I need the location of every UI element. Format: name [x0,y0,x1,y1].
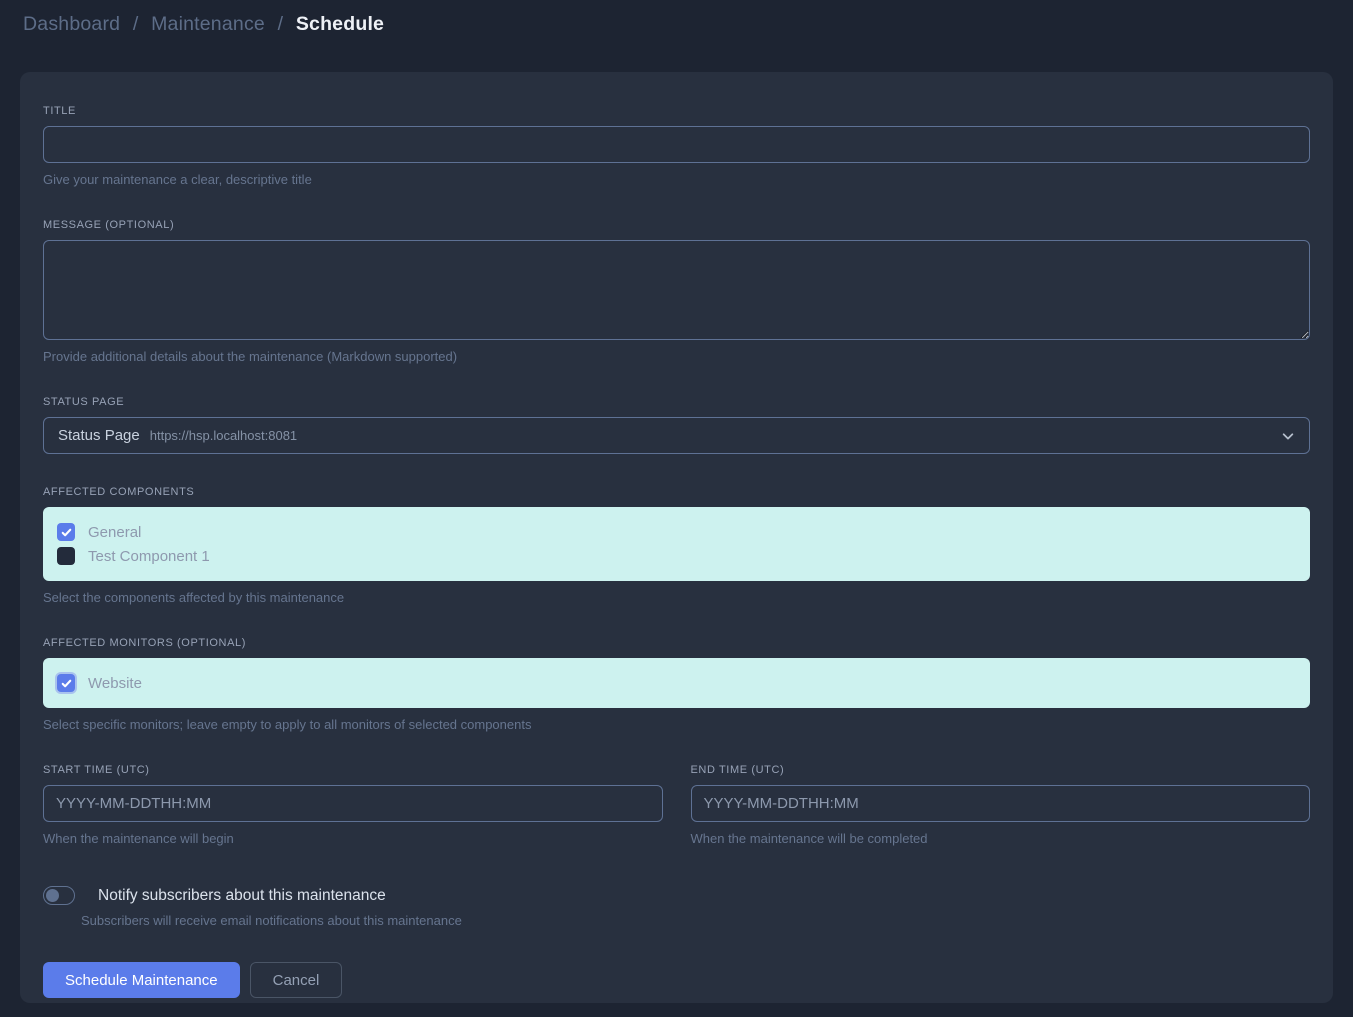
message-textarea[interactable] [43,240,1310,340]
title-hint: Give your maintenance a clear, descripti… [43,172,1310,187]
notify-hint: Subscribers will receive email notificat… [81,913,1310,928]
monitor-option-website[interactable]: Website [57,671,1296,695]
affected-monitors-group: AFFECTED MONITORS (OPTIONAL) Website Sel… [43,637,1310,732]
schedule-maintenance-form-card: TITLE Give your maintenance a clear, des… [20,72,1333,1003]
monitor-option-label: Website [88,675,142,692]
status-page-group: STATUS PAGE Status Page https://hsp.loca… [43,396,1310,454]
page-title: Schedule [296,13,384,35]
breadcrumb-separator: / [278,13,284,35]
status-page-selected-url: https://hsp.localhost:8081 [150,428,297,443]
end-time-hint: When the maintenance will be completed [691,831,1311,846]
check-icon [61,527,72,538]
start-time-hint: When the maintenance will begin [43,831,663,846]
notify-group: Notify subscribers about this maintenanc… [43,886,1310,928]
checkbox-checked[interactable] [57,674,75,692]
status-page-select[interactable]: Status Page https://hsp.localhost:8081 [43,417,1310,454]
checkbox-unchecked[interactable] [57,547,75,565]
end-time-group: END TIME (UTC) When the maintenance will… [691,764,1311,846]
breadcrumb: Dashboard / Maintenance / Schedule [23,13,1330,36]
title-input[interactable] [43,126,1310,163]
schedule-maintenance-button[interactable]: Schedule Maintenance [43,962,240,998]
component-option-general[interactable]: General [57,520,1296,544]
affected-monitors-hint: Select specific monitors; leave empty to… [43,717,1310,732]
toggle-knob [46,889,59,902]
end-time-label: END TIME (UTC) [691,764,1311,776]
notify-toggle[interactable] [43,886,75,905]
affected-components-box: General Test Component 1 [43,507,1310,581]
component-option-test-component-1[interactable]: Test Component 1 [57,544,1296,568]
cancel-button[interactable]: Cancel [250,962,343,998]
title-label: TITLE [43,105,1310,117]
chevron-down-icon [1281,429,1295,443]
end-time-input[interactable] [691,785,1311,822]
top-bar: Dashboard / Maintenance / Schedule [0,0,1353,72]
affected-components-group: AFFECTED COMPONENTS General Test Compone… [43,486,1310,605]
affected-components-label: AFFECTED COMPONENTS [43,486,1310,498]
message-hint: Provide additional details about the mai… [43,349,1310,364]
title-group: TITLE Give your maintenance a clear, des… [43,105,1310,187]
affected-monitors-label: AFFECTED MONITORS (OPTIONAL) [43,637,1310,649]
breadcrumb-maintenance[interactable]: Maintenance [151,13,265,35]
start-time-label: START TIME (UTC) [43,764,663,776]
affected-monitors-box: Website [43,658,1310,708]
notify-toggle-row: Notify subscribers about this maintenanc… [43,886,1310,905]
form-actions: Schedule Maintenance Cancel [43,962,1310,998]
checkbox-checked[interactable] [57,523,75,541]
start-time-input[interactable] [43,785,663,822]
check-icon [61,678,72,689]
time-row: START TIME (UTC) When the maintenance wi… [43,764,1310,846]
notify-toggle-label[interactable]: Notify subscribers about this maintenanc… [98,887,386,905]
component-option-label: General [88,524,141,541]
breadcrumb-separator: / [133,13,139,35]
message-group: MESSAGE (OPTIONAL) Provide additional de… [43,219,1310,364]
status-page-selected-name: Status Page [58,427,140,444]
breadcrumb-dashboard[interactable]: Dashboard [23,13,120,35]
message-label: MESSAGE (OPTIONAL) [43,219,1310,231]
start-time-group: START TIME (UTC) When the maintenance wi… [43,764,663,846]
component-option-label: Test Component 1 [88,548,210,565]
affected-components-hint: Select the components affected by this m… [43,590,1310,605]
status-page-label: STATUS PAGE [43,396,1310,408]
